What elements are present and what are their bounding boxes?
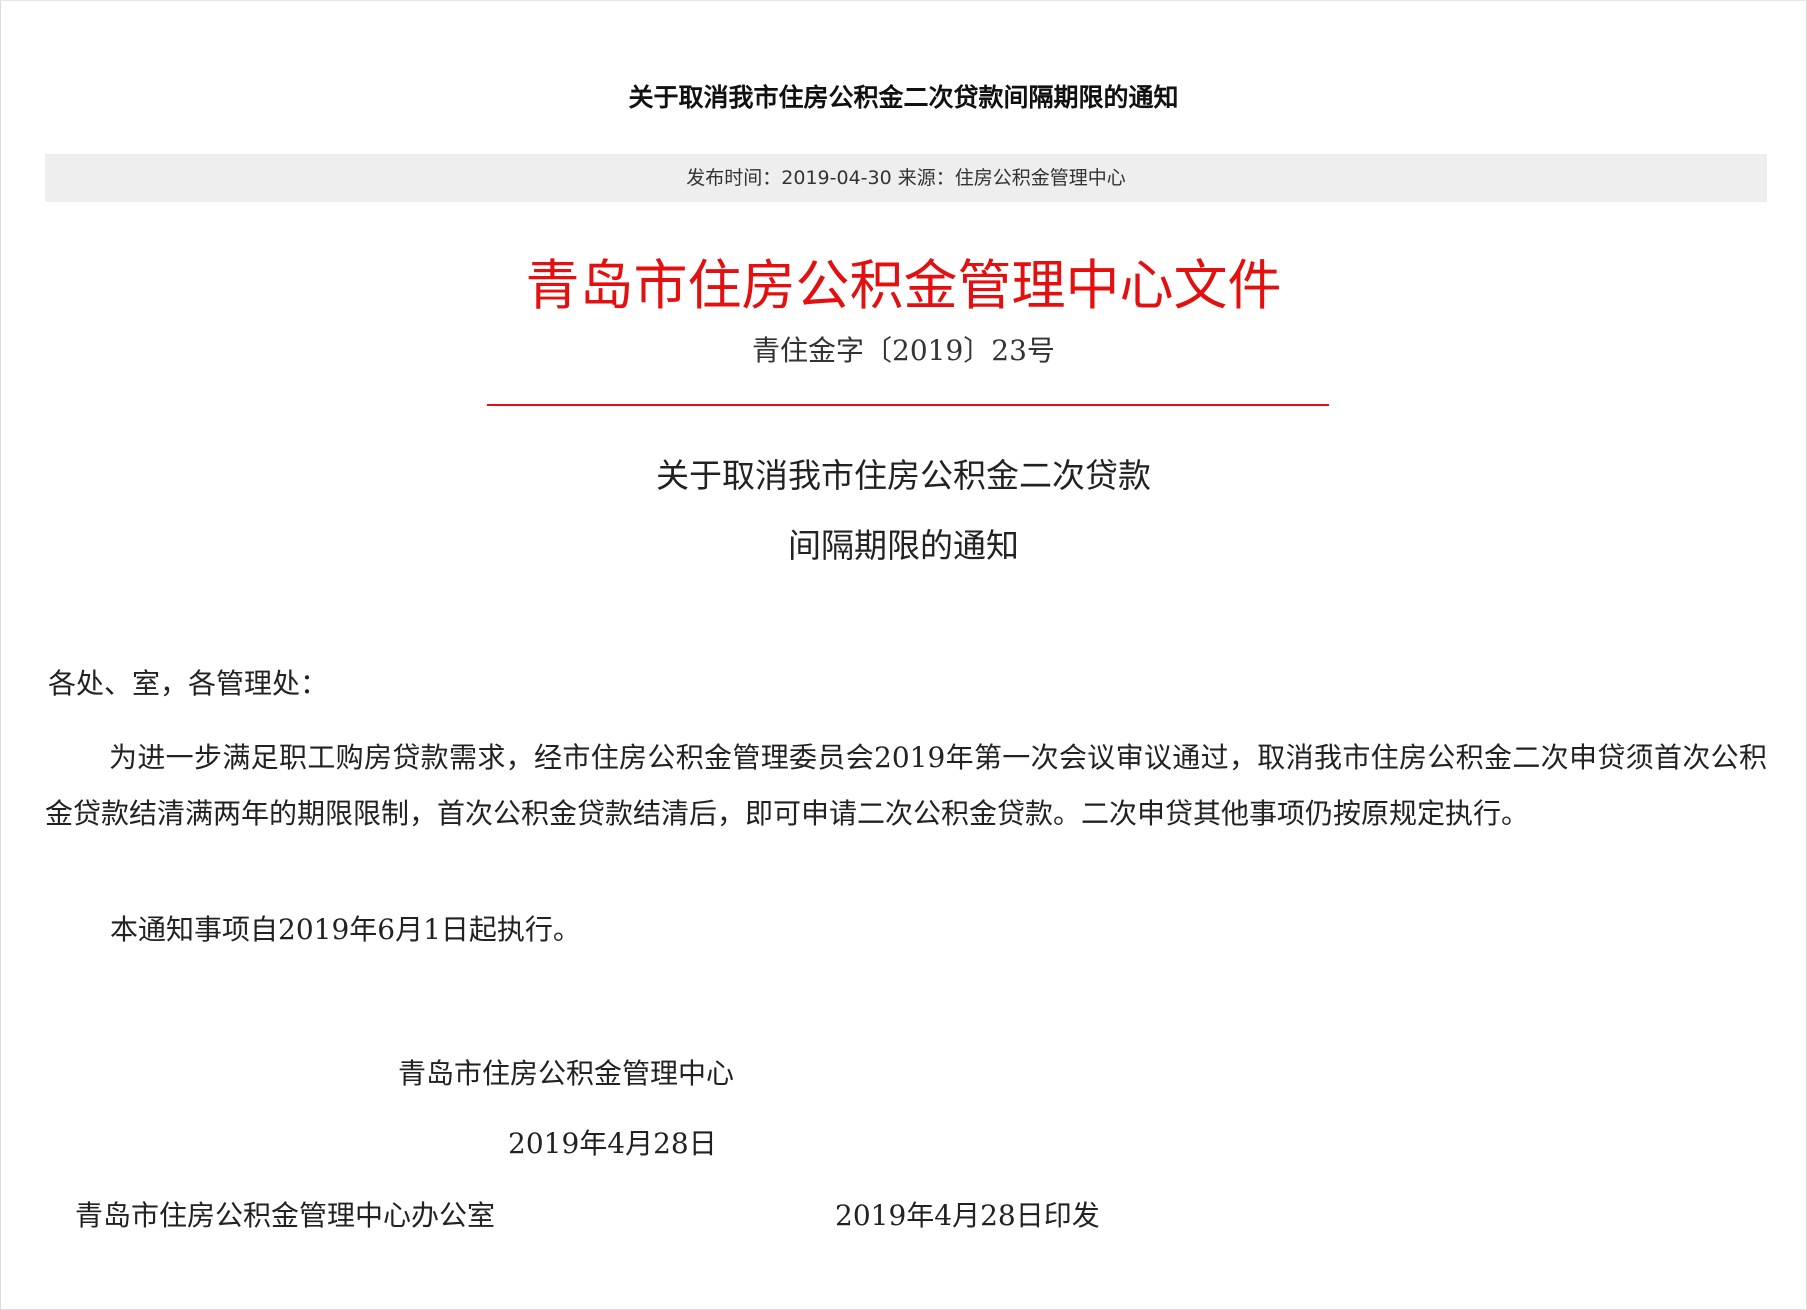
signature-organization: 青岛市住房公积金管理中心	[398, 1057, 735, 1090]
footer-issue-date: 2019年4月28日印发	[835, 1199, 1100, 1232]
body-paragraph-1: 为进一步满足职工购房贷款需求，经市住房公积金管理委员会2019年第一次会议审议通…	[45, 741, 1767, 830]
document-number: 青住金字〔2019〕23号	[752, 334, 1055, 367]
signature-date: 2019年4月28日	[508, 1127, 717, 1160]
notice-title-line2: 间隔期限的通知	[788, 526, 1019, 565]
document-header: 青岛市住房公积金管理中心文件	[525, 254, 1282, 317]
body-paragraph-2: 本通知事项自2019年6月1日起执行。	[110, 913, 581, 946]
salutation: 各处、室，各管理处：	[48, 667, 329, 700]
red-divider	[487, 404, 1329, 406]
page-title: 关于取消我市住房公积金二次贷款间隔期限的通知	[628, 83, 1179, 112]
notice-title-line1: 关于取消我市住房公积金二次贷款	[656, 456, 1151, 495]
publish-info-bar: 发布时间：2019-04-30 来源：住房公积金管理中心	[45, 154, 1767, 202]
footer-issuer: 青岛市住房公积金管理中心办公室	[75, 1199, 496, 1232]
